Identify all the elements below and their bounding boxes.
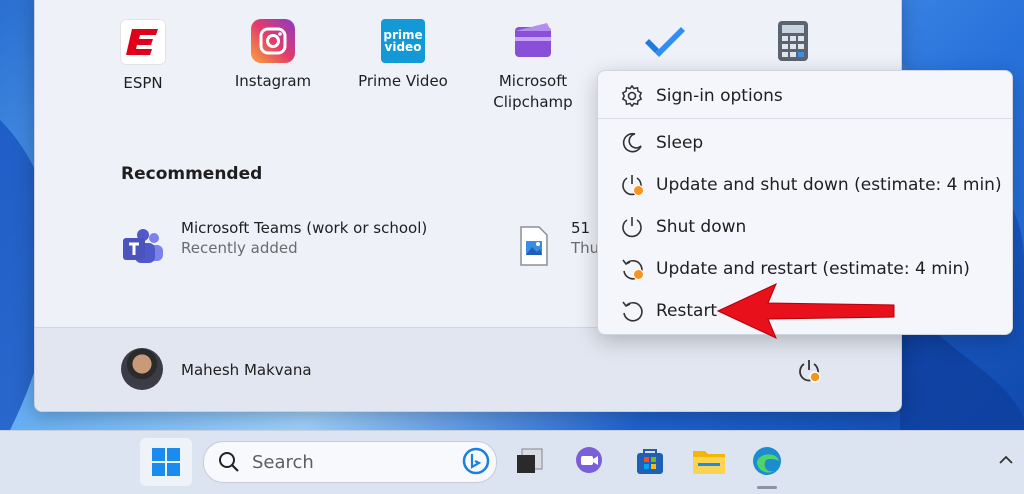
edge-icon (753, 447, 781, 475)
app-prime-video[interactable]: prime video Prime Video (343, 19, 463, 92)
chat-icon (576, 447, 602, 473)
app-todo[interactable] (603, 19, 723, 71)
menu-item-label: Update and shut down (estimate: 4 min) (656, 175, 1002, 195)
menu-item-sign-in-options[interactable]: Sign-in options (602, 76, 1008, 116)
moon-icon (618, 129, 646, 157)
app-label-line2: Clipchamp (493, 93, 573, 111)
app-label: Instagram (234, 72, 312, 90)
search-icon (219, 452, 239, 472)
clipchamp-icon (511, 19, 555, 63)
user-name[interactable]: Mahesh Makvana (181, 361, 312, 379)
power-update-icon (618, 171, 646, 199)
app-clipchamp[interactable]: Microsoft Clipchamp (473, 19, 593, 113)
windows-logo-icon (152, 448, 180, 476)
video-icon-text: video (384, 40, 422, 54)
start-button[interactable] (140, 438, 192, 486)
power-button[interactable] (791, 353, 827, 389)
menu-item-label: Shut down (656, 217, 747, 237)
todo-icon (641, 19, 685, 63)
recommended-item-subtitle: Recently added (181, 239, 298, 257)
recommended-item-teams[interactable]: Microsoft Teams (work or school) Recentl… (121, 219, 427, 269)
update-dot (633, 185, 644, 196)
search-placeholder: Search (252, 451, 314, 473)
task-view-icon (517, 448, 543, 473)
teams-icon (121, 225, 165, 269)
gear-icon (618, 82, 646, 110)
menu-item-label: Sign-in options (656, 86, 783, 106)
taskbar-file-explorer[interactable] (690, 442, 728, 480)
taskbar-teams-chat[interactable] (570, 442, 608, 480)
espn-icon (120, 19, 166, 65)
folder-icon (693, 451, 725, 474)
taskbar-search-box[interactable]: Search (203, 441, 497, 483)
power-icon (618, 213, 646, 241)
app-label: Prime Video (358, 72, 448, 90)
image-file-icon (519, 225, 549, 267)
taskbar-task-view[interactable] (510, 442, 548, 480)
menu-item-shut-down[interactable]: Shut down (602, 207, 1008, 247)
update-dot (633, 269, 644, 280)
red-arrow-annotation (716, 282, 895, 340)
calculator-icon (771, 19, 815, 63)
chevron-up-icon[interactable] (996, 450, 1016, 470)
instagram-icon (251, 19, 295, 63)
taskbar-edge[interactable] (748, 442, 786, 480)
store-icon (637, 449, 663, 474)
app-instagram[interactable]: Instagram (213, 19, 333, 92)
prime-video-icon: prime video (381, 19, 425, 63)
menu-item-label: Update and restart (estimate: 4 min) (656, 259, 970, 279)
menu-item-label: Sleep (656, 133, 704, 153)
running-indicator (757, 486, 777, 489)
recommended-title: Recommended (121, 164, 263, 184)
restart-update-icon (618, 255, 646, 283)
bing-chat-icon[interactable] (462, 447, 490, 475)
recommended-item-file[interactable]: 51 Thu (519, 219, 600, 267)
avatar[interactable] (121, 348, 163, 390)
menu-item-label: Restart (656, 301, 718, 321)
recommended-item-title: Microsoft Teams (work or school) (181, 219, 428, 237)
power-update-icon (799, 360, 821, 383)
taskbar-store[interactable] (631, 442, 669, 480)
app-label-line1: Microsoft (498, 72, 568, 90)
menu-item-update-and-shut-down[interactable]: Update and shut down (estimate: 4 min) (602, 165, 1008, 205)
app-espn[interactable]: ESPN (83, 19, 203, 94)
menu-separator (598, 118, 1012, 119)
menu-item-sleep[interactable]: Sleep (602, 123, 1008, 163)
recommended-item-subtitle: Thu (571, 239, 600, 257)
restart-icon (618, 297, 646, 325)
app-label: ESPN (123, 74, 163, 92)
recommended-item-title: 51 (571, 219, 591, 237)
app-calculator[interactable] (733, 19, 853, 71)
